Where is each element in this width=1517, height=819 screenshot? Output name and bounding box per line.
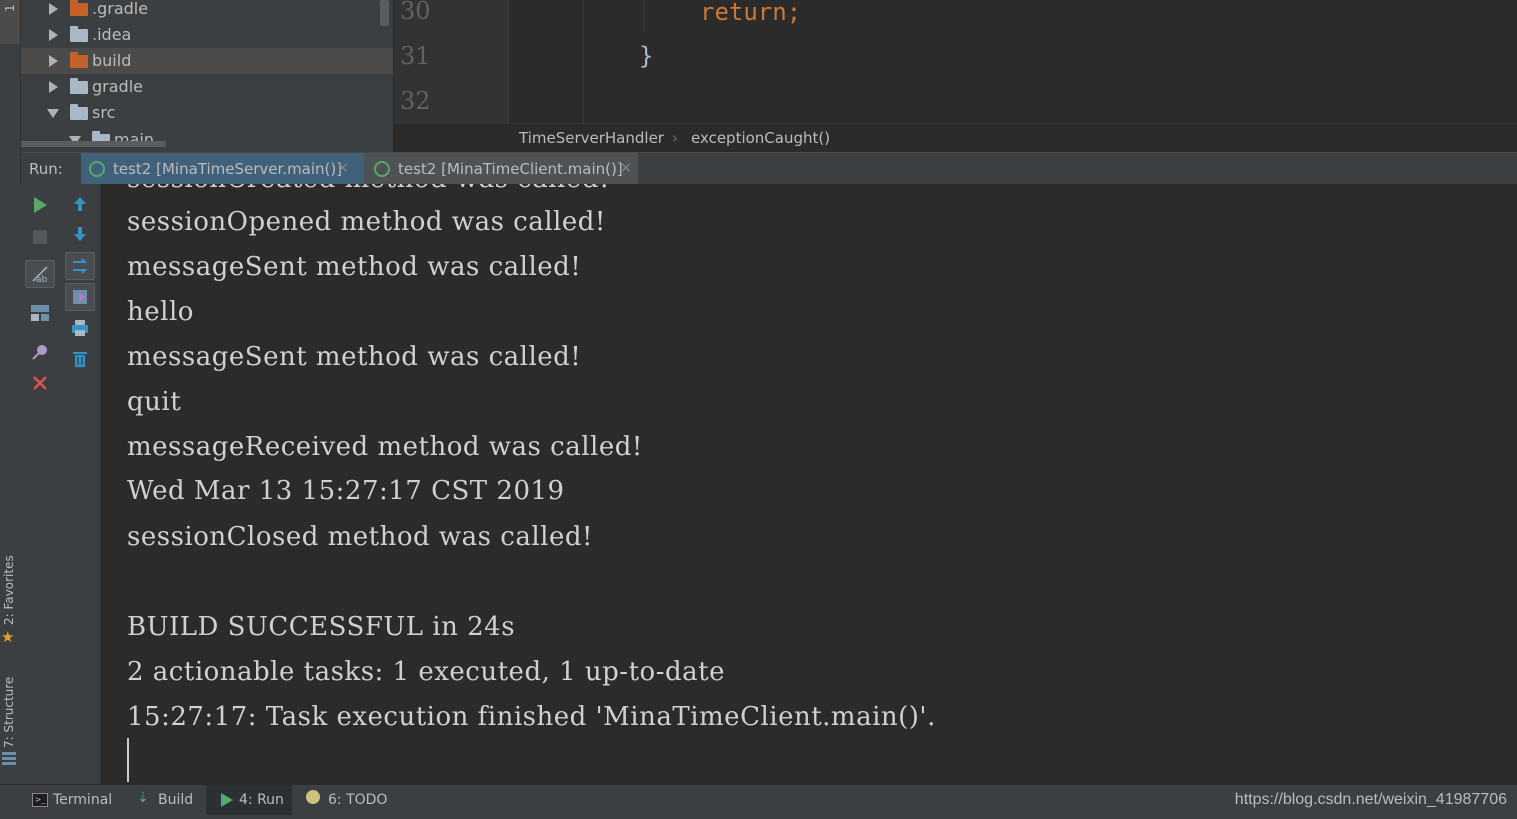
left-tool-strip: 1 2: Favorites ★ 7: Structure	[0, 0, 21, 784]
line-number: 30	[400, 0, 431, 25]
todo-label: 6: TODO	[328, 792, 388, 808]
line-number: 32	[400, 87, 431, 115]
rerun-icon[interactable]	[26, 192, 54, 218]
svg-text:ab: ab	[36, 275, 48, 284]
trash-icon[interactable]	[66, 346, 94, 372]
project-tool-button[interactable]: 1	[0, 0, 20, 44]
build-label: Build	[158, 792, 194, 808]
code-line-brace: }	[639, 42, 654, 70]
layout-icon[interactable]	[26, 300, 54, 326]
toggle-icon[interactable]	[65, 283, 95, 311]
folder-icon	[70, 104, 88, 120]
soft-wrap-icon[interactable]: ab	[25, 260, 55, 288]
terminal-label: Terminal	[53, 792, 113, 808]
todo-icon	[306, 790, 320, 804]
console-line: Wed Mar 13 15:27:17 CST 2019	[127, 476, 565, 506]
text-caret	[127, 738, 129, 782]
code-line-return: return;	[700, 0, 802, 26]
tree-item-label: build	[92, 51, 132, 70]
tree-item-gradle[interactable]: gradle	[21, 74, 393, 100]
run-tool-button[interactable]: 4: Run	[206, 785, 292, 815]
close-icon[interactable]: ×	[337, 160, 349, 176]
project-number: 1	[3, 4, 17, 12]
console-line: 2 actionable tasks: 1 executed, 1 up-to-…	[127, 657, 725, 687]
tab-label: test2 [MinaTimeClient.main()]	[398, 160, 623, 178]
tree-item-label: gradle	[92, 77, 143, 96]
expand-arrow-icon[interactable]	[49, 55, 58, 67]
todo-tool-button[interactable]: 6: TODO	[300, 785, 395, 815]
run-icon	[221, 793, 233, 807]
folder-icon	[70, 0, 88, 16]
console-line: messageSent method was called!	[127, 252, 582, 282]
terminal-icon: >_	[32, 793, 48, 807]
tree-item-src[interactable]: src	[21, 100, 393, 126]
build-tool-button[interactable]: ⇣ Build	[130, 785, 200, 815]
folder-icon	[70, 52, 88, 68]
breadcrumb-separator: ›	[672, 129, 678, 147]
indent-guide	[643, 0, 644, 32]
line-number: 31	[400, 42, 431, 70]
tree-item-label: src	[92, 103, 116, 122]
tab-mina-time-server[interactable]: test2 [MinaTimeServer.main()] ×	[81, 153, 379, 185]
run-tab-bar: Run: test2 [MinaTimeServer.main()] × tes…	[21, 152, 1517, 185]
tree-horizontal-scrollbar[interactable]	[21, 141, 166, 147]
console-line: sessionOpened method was called!	[127, 207, 606, 237]
folder-icon	[70, 78, 88, 94]
stop-icon[interactable]	[26, 224, 54, 250]
indent-guide	[583, 0, 584, 123]
structure-tool-button[interactable]: 7: Structure	[0, 668, 20, 773]
breadcrumb-class[interactable]: TimeServerHandler	[519, 129, 664, 147]
build-icon: ⇣	[137, 790, 149, 806]
project-tree: .gradle .idea build gradle src main	[21, 0, 393, 152]
tab-mina-time-client[interactable]: test2 [MinaTimeClient.main()] ×	[364, 153, 638, 185]
expand-arrow-icon[interactable]	[49, 29, 58, 41]
console-line: BUILD SUCCESSFUL in 24s	[127, 612, 516, 642]
folder-icon	[70, 26, 88, 42]
star-icon: ★	[1, 628, 15, 646]
tree-item-label: .idea	[92, 25, 132, 44]
collapse-arrow-icon[interactable]	[47, 109, 59, 118]
structure-label: 7: Structure	[2, 676, 16, 748]
tree-item-gradle-cache[interactable]: .gradle	[21, 0, 393, 22]
run-config-icon	[374, 161, 390, 177]
scroll-to-end-icon[interactable]	[65, 252, 95, 280]
favorites-tool-button[interactable]: 2: Favorites ★	[0, 545, 20, 650]
console-line: messageReceived method was called!	[127, 432, 643, 462]
run-panel-label: Run:	[29, 160, 63, 178]
code-editor[interactable]	[394, 0, 1517, 123]
expand-arrow-icon[interactable]	[49, 81, 58, 93]
print-icon[interactable]	[66, 315, 94, 341]
terminal-tool-button[interactable]: >_ Terminal	[26, 785, 126, 815]
close-icon[interactable]	[26, 370, 54, 396]
tree-item-idea[interactable]: .idea	[21, 22, 393, 48]
console-line: sessionClosed method was called!	[127, 522, 593, 552]
bottom-tool-bar: >_ Terminal ⇣ Build 4: Run 6: TODO https…	[0, 784, 1517, 819]
console-line: messageSent method was called!	[127, 342, 582, 372]
tree-vertical-scrollbar[interactable]	[380, 0, 389, 26]
down-arrow-icon[interactable]	[66, 221, 94, 247]
console-output[interactable]: sessionCreated method was called! sessio…	[101, 184, 1517, 784]
watermark-url: https://blog.csdn.net/weixin_41987706	[1234, 791, 1507, 808]
favorites-label: 2: Favorites	[2, 555, 16, 625]
console-line: 15:27:17: Task execution finished 'MinaT…	[127, 702, 936, 732]
close-icon[interactable]: ×	[620, 160, 632, 176]
tree-item-main[interactable]: main	[21, 127, 393, 152]
expand-arrow-icon[interactable]	[49, 3, 58, 15]
run-toolbar-secondary	[60, 184, 101, 784]
run-config-icon	[89, 161, 105, 177]
pin-icon[interactable]	[26, 339, 54, 365]
console-line: hello	[127, 297, 194, 327]
breadcrumb: TimeServerHandler › exceptionCaught()	[394, 123, 1517, 153]
tree-item-build[interactable]: build	[21, 48, 393, 74]
run-toolbar-primary: ab	[20, 184, 60, 784]
run-label: 4: Run	[239, 792, 284, 808]
tab-label: test2 [MinaTimeServer.main()]	[113, 160, 343, 178]
breadcrumb-method[interactable]: exceptionCaught()	[691, 129, 830, 147]
structure-icon	[2, 752, 16, 766]
up-arrow-icon[interactable]	[66, 191, 94, 217]
console-line: quit	[127, 387, 182, 417]
tree-item-label: .gradle	[92, 0, 149, 18]
console-line-partial: sessionCreated method was called!	[127, 184, 610, 194]
